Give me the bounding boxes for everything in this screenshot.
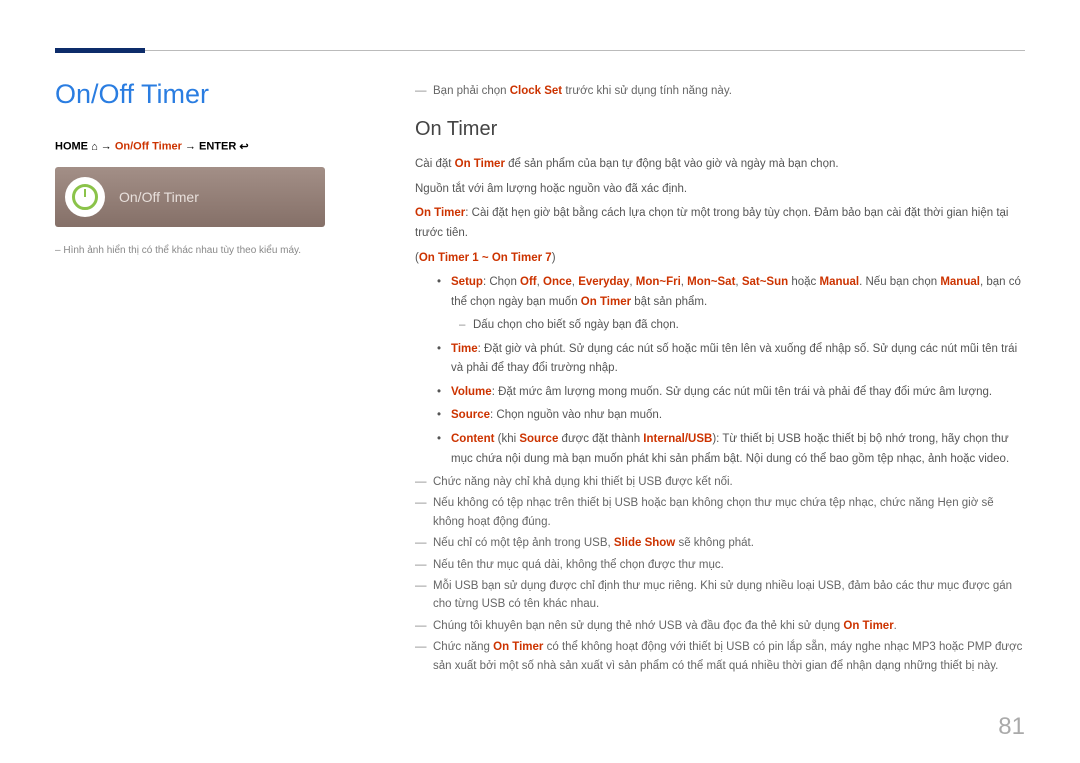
footnote-text: Hình ảnh hiển thị có thể khác nhau tùy t… (63, 245, 301, 256)
breadcrumb-arrow: → (101, 140, 112, 152)
ui-preview-tile: On/Off Timer (55, 167, 325, 227)
footnote-item: Chức năng này chỉ khả dụng khi thiết bị … (415, 473, 1025, 491)
page-number: 81 (998, 713, 1025, 741)
list-item: Setup: Chọn Off, Once, Everyday, Mon~Fri… (437, 273, 1025, 312)
ui-preview-label: On/Off Timer (119, 189, 199, 205)
section-title: On Timer (415, 118, 1025, 141)
footnote-item: Nếu không có tệp nhạc trên thiết bị USB … (415, 494, 1025, 531)
enter-icon: ↩ (239, 140, 248, 153)
footnote-item: Mỗi USB bạn sử dụng được chỉ định thư mụ… (415, 577, 1025, 614)
footnote-item: Chức năng On Timer có thể không hoạt độn… (415, 638, 1025, 675)
footnote-item: Nếu chỉ có một tệp ảnh trong USB, Slide … (415, 534, 1025, 552)
list-item-sub: Dấu chọn cho biết số ngày bạn đã chọn. (437, 316, 1025, 336)
timer-icon (65, 177, 105, 217)
breadcrumb-home: HOME (55, 140, 88, 152)
breadcrumb-enter: ENTER (199, 140, 236, 152)
breadcrumb: HOME ⌂ → On/Off Timer → ENTER ↩ (55, 140, 375, 153)
paragraph: Cài đặt On Timer để sản phẩm của bạn tự … (415, 155, 1025, 175)
header-accent-bar (55, 48, 145, 53)
right-column: Bạn phải chọn Clock Set trước khi sử dụn… (415, 79, 1025, 678)
list-item: Content (khi Source được đặt thành Inter… (437, 430, 1025, 469)
footnote-item: Nếu tên thư mục quá dài, không thể chọn … (415, 556, 1025, 574)
footnote: ‒ Hình ảnh hiển thị có thể khác nhau tùy… (55, 245, 375, 256)
home-icon: ⌂ (91, 141, 98, 153)
range-label: (On Timer 1 ~ On Timer 7) (415, 249, 1025, 269)
option-list: Setup: Chọn Off, Once, Everyday, Mon~Fri… (415, 273, 1025, 469)
footnote-item: Chúng tôi khuyên bạn nên sử dụng thẻ nhớ… (415, 617, 1025, 635)
list-item: Volume: Đặt mức âm lượng mong muốn. Sử d… (437, 383, 1025, 403)
content-row: On/Off Timer HOME ⌂ → On/Off Timer → ENT… (55, 79, 1025, 678)
header-rule (55, 50, 1025, 51)
page: On/Off Timer HOME ⌂ → On/Off Timer → ENT… (0, 0, 1080, 698)
paragraph: On Timer: Cài đặt hẹn giờ bật bằng cách … (415, 204, 1025, 243)
page-title: On/Off Timer (55, 79, 375, 110)
breadcrumb-arrow: → (185, 140, 196, 152)
list-item: Time: Đặt giờ và phút. Sử dụng các nút s… (437, 340, 1025, 379)
paragraph: Nguồn tắt với âm lượng hoặc nguồn vào đã… (415, 180, 1025, 200)
left-column: On/Off Timer HOME ⌂ → On/Off Timer → ENT… (55, 79, 375, 678)
list-item: Source: Chọn nguồn vào như bạn muốn. (437, 406, 1025, 426)
prereq-note: Bạn phải chọn Clock Set trước khi sử dụn… (415, 82, 1025, 100)
breadcrumb-mid: On/Off Timer (115, 140, 182, 152)
